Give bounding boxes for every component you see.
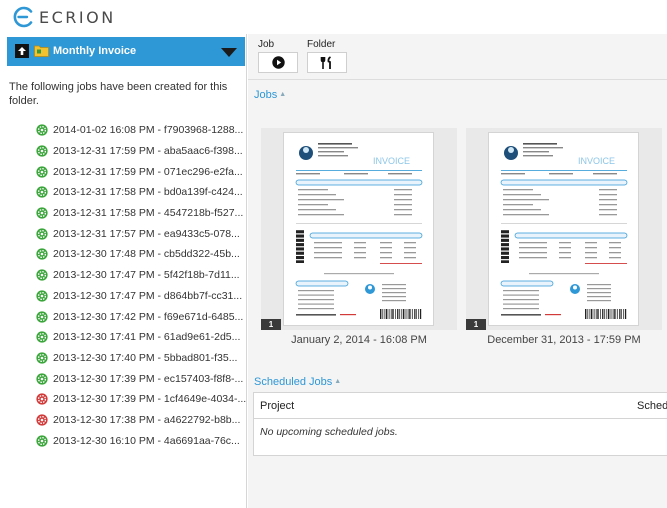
toolbar: Job Folder bbox=[248, 34, 667, 80]
job-label: 2013-12-30 17:39 PM - 1cf4649e-4034-... bbox=[53, 393, 246, 406]
job-success-icon bbox=[36, 352, 48, 364]
up-arrow-icon[interactable] bbox=[15, 44, 29, 58]
job-label: 2013-12-30 17:47 PM - 5f42f18b-7d11... bbox=[53, 269, 240, 282]
job-success-icon bbox=[36, 372, 48, 385]
scheduled-jobs-section-title[interactable]: Scheduled Jobs ▲ bbox=[254, 376, 341, 388]
job-list-item[interactable]: 2013-12-31 17:59 PM - 071ec296-e2fa... bbox=[36, 161, 246, 182]
job-list-item[interactable]: 2013-12-31 17:59 PM - aba5aac6-f398... bbox=[36, 141, 246, 162]
job-success-icon bbox=[36, 207, 48, 219]
job-label: 2013-12-30 17:41 PM - 61ad9e61-2d5... bbox=[53, 331, 241, 344]
collapse-icon[interactable]: ▲ bbox=[279, 91, 286, 98]
jobs-intro-text: The following jobs have been created for… bbox=[9, 81, 228, 107]
job-list: 2014-01-02 16:08 PM - f7903968-1288... 20… bbox=[36, 120, 246, 451]
invoice-heading: INVOICE bbox=[578, 156, 615, 166]
job-success-icon bbox=[36, 228, 48, 240]
play-icon bbox=[271, 56, 285, 69]
job-label: 2013-12-30 17:47 PM - d864bb7f-cc31... bbox=[53, 289, 243, 302]
job-success-icon bbox=[36, 166, 48, 178]
job-label: 2013-12-30 17:38 PM - a4622792-b8b... bbox=[53, 413, 241, 426]
scheduled-jobs-label: Scheduled Jobs bbox=[254, 376, 333, 388]
ecrion-logo: ECRION bbox=[12, 4, 116, 30]
job-list-item[interactable]: 2013-12-30 17:42 PM - f69e671d-6485... bbox=[36, 306, 246, 327]
job-list-item[interactable]: 2013-12-30 17:38 PM - a4622792-b8b... bbox=[36, 410, 246, 431]
column-header-project[interactable]: Project bbox=[260, 400, 294, 412]
job-success-icon bbox=[36, 269, 48, 281]
job-success-icon bbox=[36, 435, 48, 447]
jobs-section-title[interactable]: Jobs ▲ bbox=[254, 89, 286, 101]
jobs-section-label: Jobs bbox=[254, 89, 278, 101]
job-list-item[interactable]: 2014-01-02 16:08 PM - f7903968-1288... bbox=[36, 120, 246, 141]
job-success-icon bbox=[36, 124, 48, 136]
job-list-item[interactable]: 2013-12-31 17:58 PM - bd0a139f-c424... bbox=[36, 182, 246, 203]
job-success-icon bbox=[36, 290, 48, 302]
page-count-badge: 1 bbox=[261, 319, 281, 330]
column-header-schedule[interactable]: Schedu bbox=[637, 400, 667, 412]
sidebar: Monthly Invoice The following jobs have … bbox=[0, 34, 247, 508]
job-list-item[interactable]: 2013-12-31 17:58 PM - 4547218b-f527... bbox=[36, 203, 246, 224]
tools-icon bbox=[320, 55, 332, 69]
invoice-page-drawing: INVOICE bbox=[500, 143, 628, 319]
folder-settings-button[interactable] bbox=[307, 52, 347, 73]
job-list-item[interactable]: 2013-12-30 17:39 PM - 1cf4649e-4034-... bbox=[36, 389, 246, 410]
scheduled-jobs-table: Project Schedu No upcoming scheduled job… bbox=[253, 392, 667, 456]
job-error-icon bbox=[36, 414, 48, 426]
invoice-page-drawing: INVOICE bbox=[295, 143, 423, 319]
job-label: 2013-12-31 17:58 PM - 4547218b-f527... bbox=[53, 207, 244, 220]
job-list-item[interactable]: 2013-12-30 17:39 PM - ec157403-f8f8-... bbox=[36, 368, 246, 389]
job-label: 2013-12-31 17:58 PM - bd0a139f-c424... bbox=[53, 186, 243, 199]
job-label: 2013-12-30 17:48 PM - cb5dd322-45b... bbox=[53, 248, 240, 261]
job-label: 2013-12-30 17:40 PM - 5bbad801-f35... bbox=[53, 351, 238, 364]
invoice-heading: INVOICE bbox=[373, 156, 410, 166]
ecrion-logo-icon bbox=[13, 6, 33, 28]
job-list-item[interactable]: 2013-12-30 17:41 PM - 61ad9e61-2d5... bbox=[36, 327, 246, 348]
job-label: 2013-12-31 17:57 PM - ea9433c5-078... bbox=[53, 227, 240, 240]
job-list-item[interactable]: 2013-12-30 16:10 PM - 4a6691aa-76c... bbox=[36, 430, 246, 451]
main-panel: Job Folder Jobs ▲ INVOICE 1 January 2, 20… bbox=[248, 34, 667, 508]
folder-selector[interactable]: Monthly Invoice bbox=[7, 37, 245, 66]
job-label: 2013-12-30 17:39 PM - ec157403-f8f8-... bbox=[53, 372, 244, 385]
job-list-item[interactable]: 2013-12-30 17:47 PM - d864bb7f-cc31... bbox=[36, 286, 246, 307]
job-thumbnail[interactable]: INVOICE 1 bbox=[466, 128, 662, 330]
job-success-icon bbox=[36, 186, 48, 199]
empty-state-text: No upcoming scheduled jobs. bbox=[260, 426, 398, 438]
job-list-item[interactable]: 2013-12-31 17:57 PM - ea9433c5-078... bbox=[36, 223, 246, 244]
job-label: 2013-12-31 17:59 PM - aba5aac6-f398... bbox=[53, 145, 243, 158]
run-job-button[interactable] bbox=[258, 52, 298, 73]
folder-icon bbox=[34, 45, 49, 57]
job-success-icon bbox=[36, 310, 48, 323]
folder-group-label: Folder bbox=[307, 39, 336, 50]
job-list-item[interactable]: 2013-12-30 17:48 PM - cb5dd322-45b... bbox=[36, 244, 246, 265]
brand-name: ECRION bbox=[39, 7, 116, 27]
job-error-icon bbox=[36, 393, 48, 405]
folder-title: Monthly Invoice bbox=[53, 45, 137, 57]
job-list-item[interactable]: 2013-12-30 17:47 PM - 5f42f18b-7d11... bbox=[36, 265, 246, 286]
invoice-preview: INVOICE bbox=[283, 132, 434, 326]
job-label: 2013-12-30 17:42 PM - f69e671d-6485... bbox=[53, 310, 244, 323]
job-thumbnail-caption: December 31, 2013 - 17:59 PM bbox=[487, 334, 641, 346]
job-label: 2013-12-31 17:59 PM - 071ec296-e2fa... bbox=[53, 165, 243, 178]
job-success-icon bbox=[36, 331, 48, 343]
page-count-badge: 1 bbox=[466, 319, 486, 330]
job-label: 2013-12-30 16:10 PM - 4a6691aa-76c... bbox=[53, 434, 240, 447]
job-thumbnail-caption: January 2, 2014 - 16:08 PM bbox=[291, 334, 427, 346]
job-label: 2014-01-02 16:08 PM - f7903968-1288... bbox=[53, 124, 244, 137]
job-thumbnail[interactable]: INVOICE 1 bbox=[261, 128, 457, 330]
table-header: Project Schedu bbox=[254, 393, 667, 419]
job-group-label: Job bbox=[258, 39, 275, 50]
job-success-icon bbox=[36, 248, 48, 261]
job-list-item[interactable]: 2013-12-30 17:40 PM - 5bbad801-f35... bbox=[36, 348, 246, 369]
chevron-down-icon[interactable] bbox=[221, 48, 237, 57]
invoice-preview: INVOICE bbox=[488, 132, 639, 326]
app-header: ECRION bbox=[0, 0, 667, 34]
job-success-icon bbox=[36, 145, 48, 157]
collapse-icon[interactable]: ▲ bbox=[334, 378, 341, 385]
